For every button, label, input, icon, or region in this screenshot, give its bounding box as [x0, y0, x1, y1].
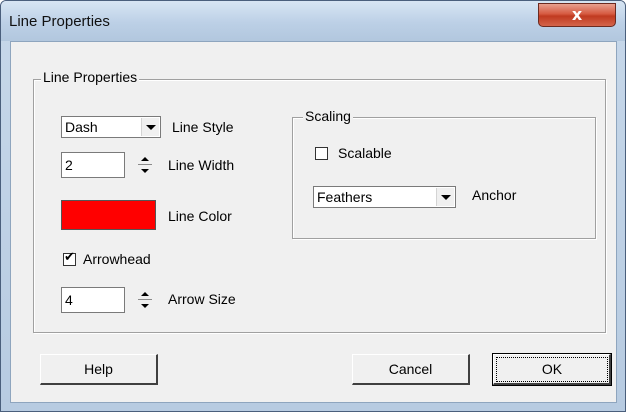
help-button-label: Help	[84, 361, 113, 377]
cancel-button[interactable]: Cancel	[352, 354, 470, 385]
scaling-group	[292, 117, 596, 239]
cancel-button-label: Cancel	[388, 361, 433, 377]
line-width-input[interactable]: 2	[61, 152, 125, 178]
scalable-checkbox[interactable]	[315, 147, 328, 160]
line-style-value: Dash	[65, 119, 98, 135]
help-button[interactable]: Help	[40, 354, 158, 385]
line-width-value: 2	[65, 157, 73, 173]
spin-up-icon[interactable]	[136, 286, 154, 299]
dialog-window: Line Properties x Line Properties Dash L…	[0, 0, 626, 412]
line-style-label: Line Style	[172, 119, 234, 135]
window-title: Line Properties	[9, 13, 110, 30]
arrow-size-value: 4	[65, 292, 73, 308]
arrow-size-label: Arrow Size	[168, 291, 236, 307]
spin-down-icon[interactable]	[136, 301, 154, 314]
spin-down-icon[interactable]	[136, 166, 154, 179]
line-width-spinner[interactable]	[136, 151, 154, 179]
line-color-label: Line Color	[168, 208, 232, 224]
close-icon: x	[571, 5, 583, 24]
ok-button[interactable]: OK	[492, 353, 612, 386]
anchor-select[interactable]: Feathers	[313, 186, 456, 208]
line-style-select[interactable]: Dash	[61, 116, 161, 138]
scalable-label: Scalable	[338, 145, 392, 161]
chevron-down-icon[interactable]	[141, 118, 159, 136]
spin-up-icon[interactable]	[136, 151, 154, 164]
scaling-legend: Scaling	[303, 108, 353, 124]
dialog-client-area: Line Properties Dash Line Style 2 Line W…	[10, 41, 617, 403]
checkmark-icon: ✔	[64, 250, 75, 265]
close-button[interactable]: x	[538, 3, 616, 27]
line-color-swatch[interactable]	[61, 200, 156, 230]
title-bar[interactable]: Line Properties x	[1, 1, 625, 41]
ok-button-label: OK	[541, 361, 563, 377]
anchor-label: Anchor	[472, 187, 517, 203]
line-properties-legend: Line Properties	[41, 69, 140, 85]
anchor-value: Feathers	[317, 189, 373, 205]
arrow-size-input[interactable]: 4	[61, 287, 125, 313]
chevron-down-icon[interactable]	[436, 188, 454, 206]
arrow-size-spinner[interactable]	[136, 286, 154, 314]
line-width-label: Line Width	[168, 157, 235, 173]
arrowhead-checkbox[interactable]: ✔	[63, 250, 76, 266]
arrowhead-label: Arrowhead	[83, 251, 151, 267]
